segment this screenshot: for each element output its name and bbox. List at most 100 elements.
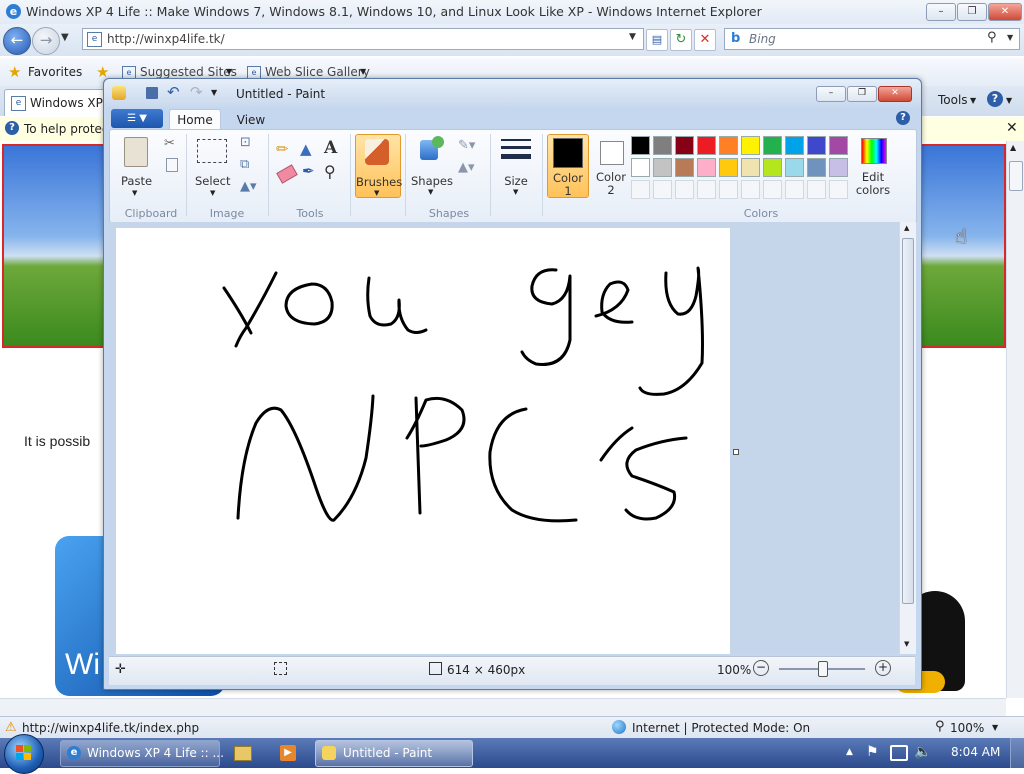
palette-swatch[interactable] [829,158,848,177]
tools-menu[interactable]: Tools [938,93,968,107]
eraser-icon[interactable] [276,164,298,184]
suggested-sites-dropdown-icon[interactable]: ▼ [226,67,232,76]
favorites-button[interactable]: Favorites [28,65,82,79]
palette-swatch[interactable] [785,158,804,177]
color-picker-icon[interactable]: ✒ [302,162,315,180]
text-icon[interactable]: A [324,138,337,158]
crop-icon[interactable]: ⊡ [240,135,251,150]
paint-maximize-button[interactable]: ❐ [847,86,877,102]
outline-icon[interactable]: ✎▾ [458,138,475,153]
search-dropdown-icon[interactable]: ▼ [1007,33,1013,42]
palette-swatch[interactable] [631,136,650,155]
web-slice-dropdown-icon[interactable]: ▼ [360,67,366,76]
taskbar-media-player-icon[interactable]: ▶ [280,745,296,761]
info-bar-close-icon[interactable]: ✕ [1006,120,1018,136]
palette-swatch[interactable] [697,158,716,177]
palette-swatch[interactable] [631,180,650,199]
canvas-resize-handle[interactable] [733,449,739,455]
browser-tab[interactable]: e Windows XP 4 [4,89,116,116]
paint-file-menu-button[interactable]: ☰ ▼ [111,109,163,128]
history-dropdown-icon[interactable]: ▼ [61,32,69,43]
taskbar-item-ie[interactable]: e Windows XP 4 Life :: ... [60,740,224,767]
zoom-in-icon[interactable]: + [875,660,891,676]
search-icon[interactable]: ⚲ [987,30,997,45]
color1-button[interactable]: Color 1 [547,134,589,198]
redo-icon[interactable]: ↷ [190,83,203,101]
address-bar[interactable]: e http://winxp4life.tk/ ▼ [82,28,644,50]
palette-swatch[interactable] [763,158,782,177]
canvas-scroll-down-icon[interactable]: ▼ [904,640,909,648]
search-box[interactable]: b Bing ⚲ ▼ [724,28,1020,50]
palette-swatch[interactable] [785,180,804,199]
minimize-button[interactable]: – [926,3,956,21]
show-hidden-icons-icon[interactable]: ▲ [846,747,853,757]
size-button[interactable]: Size ▼ [496,134,536,196]
fill-icon[interactable]: ▲▾ [458,160,475,175]
tab-home[interactable]: Home [169,109,221,130]
canvas-vertical-scrollbar[interactable]: ▲ ▼ [899,222,916,654]
paint-help-icon[interactable]: ? [896,111,910,125]
color2-button[interactable]: Color 2 [591,134,631,197]
suggested-sites-link[interactable]: Suggested Sites [140,65,237,79]
palette-swatch[interactable] [807,136,826,155]
tools-dropdown-icon[interactable]: ▼ [970,96,976,105]
web-slice-gallery-link[interactable]: Web Slice Gallery [265,65,370,79]
palette-swatch[interactable] [653,136,672,155]
scroll-thumb[interactable] [1009,161,1023,191]
edit-colors-button[interactable]: Edit colors [850,134,896,197]
palette-swatch[interactable] [675,180,694,199]
paint-app-icon[interactable] [112,86,126,100]
scroll-up-arrow-icon[interactable]: ▲ [1010,143,1016,152]
palette-swatch[interactable] [807,158,826,177]
palette-swatch[interactable] [829,136,848,155]
palette-swatch[interactable] [741,158,760,177]
action-center-flag-icon[interactable]: ⚑ [866,744,879,760]
palette-swatch[interactable] [697,180,716,199]
paint-close-button[interactable]: ✕ [878,86,912,102]
magnifier-icon[interactable]: ⚲ [324,162,336,181]
taskbar-explorer-icon[interactable] [234,746,252,761]
show-desktop-button[interactable] [1010,738,1024,768]
palette-swatch[interactable] [763,136,782,155]
palette-swatch[interactable] [807,180,826,199]
quick-access-customize-icon[interactable]: ▼ [211,88,217,97]
close-button[interactable]: ✕ [988,3,1022,21]
zoom-dropdown-icon[interactable]: ▼ [992,723,998,732]
paste-button[interactable]: Paste ▼ [116,134,156,197]
resize-icon[interactable]: ⧉ [240,157,249,172]
shapes-button[interactable]: Shapes ▼ [410,134,454,196]
stop-button[interactable]: ✕ [694,29,716,51]
palette-swatch[interactable] [785,136,804,155]
palette-swatch[interactable] [741,180,760,199]
status-zoom-level[interactable]: 100% [950,721,984,735]
clock[interactable]: 8:04 AM [951,745,1000,759]
quick-save-icon[interactable] [146,87,158,99]
help-icon[interactable]: ? [987,91,1003,107]
palette-swatch[interactable] [697,136,716,155]
fill-bucket-icon[interactable]: ▲ [300,140,312,158]
palette-swatch[interactable] [719,158,738,177]
palette-swatch[interactable] [719,180,738,199]
paint-minimize-button[interactable]: – [816,86,846,102]
page-vertical-scrollbar[interactable]: ▲ [1006,141,1024,698]
refresh-button[interactable]: ↻ [670,29,692,51]
taskbar-item-paint[interactable]: Untitled - Paint [315,740,473,767]
forward-button[interactable]: → [32,27,60,55]
palette-swatch[interactable] [719,136,738,155]
undo-icon[interactable]: ↶ [167,83,180,101]
pencil-icon[interactable]: ✏ [276,140,289,158]
palette-swatch[interactable] [631,158,650,177]
palette-swatch[interactable] [675,158,694,177]
zoom-slider-thumb[interactable] [818,661,828,677]
maximize-button[interactable]: ❐ [957,3,987,21]
palette-swatch[interactable] [653,180,672,199]
zoom-out-icon[interactable]: − [753,660,769,676]
canvas-scroll-thumb[interactable] [902,238,914,604]
palette-swatch[interactable] [829,180,848,199]
back-button[interactable]: ← [3,27,31,55]
help-dropdown-icon[interactable]: ▼ [1006,96,1012,105]
brushes-button[interactable]: Brushes ▼ [355,134,402,198]
network-icon[interactable] [890,745,908,761]
palette-swatch[interactable] [653,158,672,177]
security-zone-text[interactable]: Internet | Protected Mode: On [632,721,810,735]
